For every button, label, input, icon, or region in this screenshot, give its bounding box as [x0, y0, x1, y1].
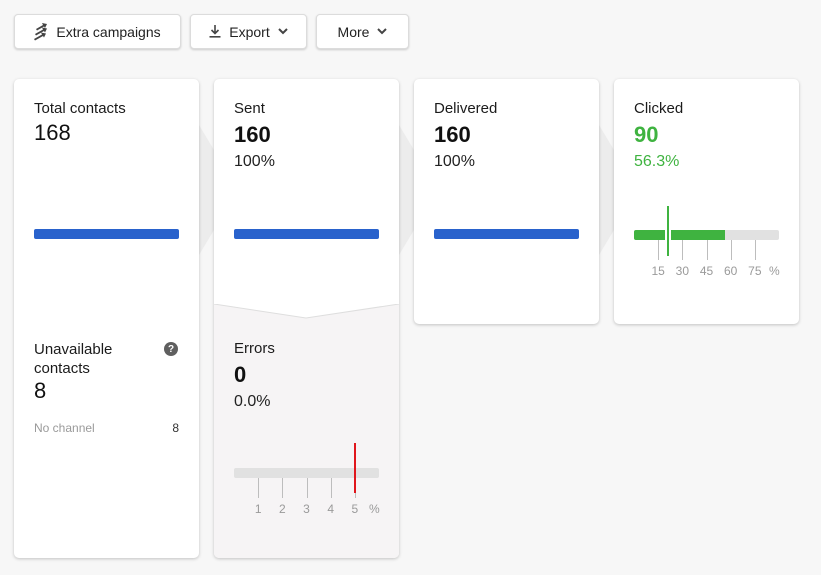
funnel-arrow-icon [399, 125, 414, 255]
errors-label: Errors [234, 340, 275, 357]
total-contacts-card: Total contacts 168 Unavailable contacts … [14, 79, 199, 558]
total-contacts-bar [34, 229, 179, 239]
errors-percent: 0.0% [234, 393, 271, 410]
unavailable-contacts-value: 8 [34, 378, 47, 403]
clicked-percent: 56.3% [634, 153, 680, 170]
gauge-tick [706, 240, 708, 260]
sent-label: Sent [234, 100, 265, 117]
gauge-tick [730, 240, 732, 260]
gauge-tick-label: 3 [303, 502, 310, 516]
clicked-label: Clicked [634, 100, 684, 117]
funnel-arrow-icon [199, 125, 214, 255]
gauge-unit-label: % [769, 264, 780, 278]
chevron-down-icon [377, 28, 388, 35]
gauge-tick [682, 240, 684, 260]
gauge-fill [634, 230, 725, 240]
gauge-tick [282, 478, 284, 498]
clicked-card: Clicked 90 56.3% 15 30 45 60 75% [614, 79, 799, 324]
export-label: Export [229, 23, 270, 40]
gauge-tick [754, 240, 756, 260]
delivered-percent: 100% [434, 153, 475, 170]
errors-section: Errors 0 0.0% 1 2 3 4 5% [214, 304, 399, 558]
error-threshold-marker [353, 443, 356, 493]
gauge-tick-label: 30 [675, 264, 690, 278]
gauge-tick-label: 15 [651, 264, 665, 278]
clicked-value: 90 [634, 122, 659, 147]
gauge-tick-label: 4 [327, 502, 334, 516]
question-circle-icon[interactable]: ? [164, 342, 178, 356]
gauge-tick-label: 1 [254, 502, 262, 516]
gauge-track [234, 468, 379, 478]
more-button[interactable]: More [316, 14, 409, 49]
no-channel-label: No channel [34, 421, 95, 435]
extra-campaigns-label: Extra campaigns [56, 23, 161, 40]
export-button[interactable]: Export [190, 14, 307, 49]
no-channel-row: No channel 8 [34, 421, 179, 435]
gauge-tick-label: 2 [278, 502, 286, 516]
delivered-label: Delivered [434, 100, 498, 117]
delivered-value: 160 [434, 122, 471, 147]
more-label: More [337, 23, 370, 40]
delivered-card: Delivered 160 100% [414, 79, 599, 324]
gauge-tick-label: 5 [351, 502, 359, 516]
no-channel-value: 8 [172, 421, 179, 435]
extra-campaigns-button[interactable]: Extra campaigns [14, 14, 181, 49]
download-icon [209, 25, 221, 38]
sent-bar [234, 229, 379, 239]
notch-divider [214, 304, 399, 319]
sent-card: Sent 160 100% Errors 0 0.0% 1 2 3 4 5% [214, 79, 399, 558]
gauge-tick [330, 478, 332, 498]
gauge-tick [306, 478, 308, 498]
chevron-down-icon [278, 28, 288, 35]
sent-value: 160 [234, 122, 271, 147]
errors-gauge: 1 2 3 4 5% [234, 443, 380, 516]
toolbar: Extra campaigns Export More [14, 14, 409, 49]
total-contacts-label: Total contacts [34, 100, 126, 117]
gauge-tick-label: 45 [699, 264, 714, 278]
shuffle-arrows-icon [34, 22, 48, 41]
gauge-unit-label: % [369, 502, 380, 516]
unavailable-contacts-label: Unavailable contacts [34, 341, 113, 377]
gauge-tick [658, 240, 660, 260]
clicked-gauge: 15 30 45 60 75% [634, 204, 780, 284]
errors-value: 0 [234, 362, 247, 387]
click-benchmark-marker [666, 206, 669, 256]
gauge-tick-label: 75 [748, 264, 762, 278]
gauge-tick-label: 60 [723, 264, 738, 278]
gauge-tick [258, 478, 260, 498]
delivered-bar [434, 229, 579, 239]
total-contacts-value: 168 [34, 120, 71, 145]
funnel-arrow-icon [599, 125, 614, 255]
sent-percent: 100% [234, 153, 275, 170]
